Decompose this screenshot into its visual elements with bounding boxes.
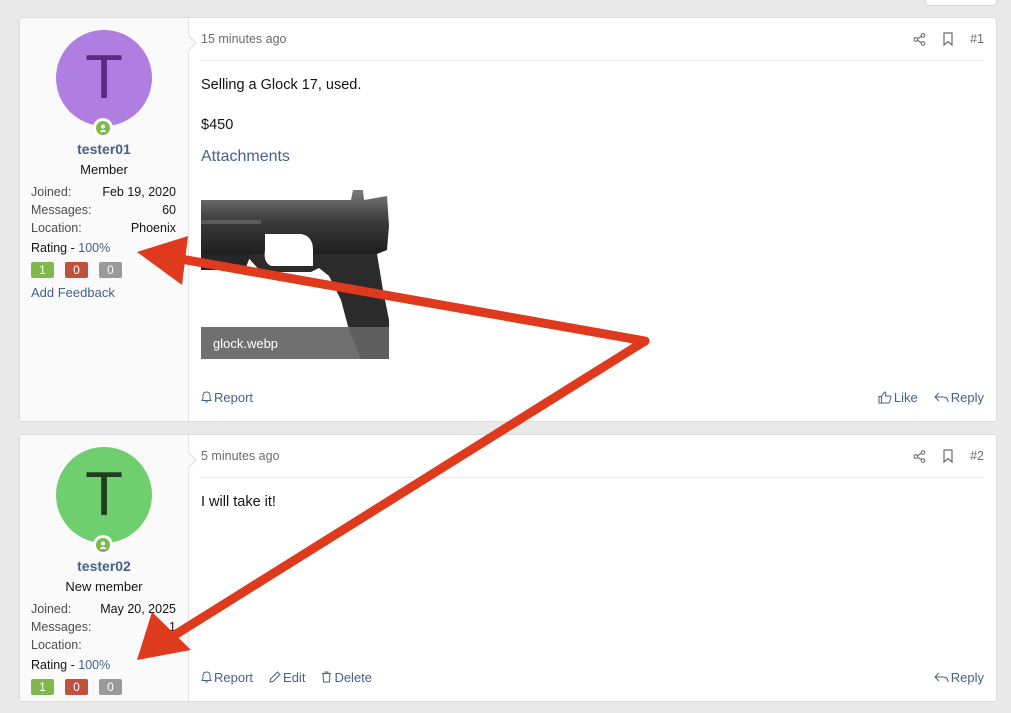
negative-feedback-badge[interactable]: 0 [65,679,88,695]
user-info-panel: T tester02 New member Joined: May 20, 20… [20,435,197,701]
message-body: Selling a Glock 17, used. $450 [201,75,984,136]
edit-label: Edit [283,669,306,685]
user-stats: Joined: May 20, 2025 Messages: 1 Locatio… [20,600,188,654]
user-info-panel: T tester01 Member Joined: Feb 19, 2020 M… [20,18,197,421]
rating: Rating - 100% [20,658,188,672]
rating-value[interactable]: 100% [78,658,110,672]
post-content: 15 minutes ago #1 Selling a Glock 17, us… [189,18,996,421]
message-line: Selling a Glock 17, used. [201,77,362,93]
stat-joined: Joined: Feb 19, 2020 [31,183,176,201]
stat-value: May 20, 2025 [100,602,176,616]
feedback-badges: 1 0 0 [20,262,188,278]
like-button[interactable]: Like [878,390,918,405]
post-2: T tester02 New member Joined: May 20, 20… [19,434,997,702]
avatar-letter: T [85,460,123,529]
stat-messages: Messages: 1 [31,618,176,636]
share-icon[interactable] [913,449,926,463]
positive-feedback-badge[interactable]: 1 [31,679,54,695]
user-title: Member [80,162,128,177]
stat-value: Mesa [145,638,176,652]
top-button-stub[interactable] [925,0,997,6]
attachments-heading: Attachments [201,148,290,166]
post-time[interactable]: 15 minutes ago [201,32,286,46]
stat-value: Phoenix [130,221,176,235]
stat-label: Messages: [31,620,92,634]
user-title: New member [65,579,143,594]
stat-location: Location: Phoenix [31,219,176,237]
stat-label: Joined: [31,185,72,199]
user-stats: Joined: Feb 19, 2020 Messages: 60 Locati… [20,183,188,237]
username[interactable]: tester01 [20,141,188,157]
bookmark-icon[interactable] [942,32,954,46]
rating-label: Rating - [31,241,79,255]
message-body: I will take it! [201,492,984,513]
stat-joined: Joined: May 20, 2025 [31,600,176,618]
online-status-icon [93,535,113,555]
post-meta: 5 minutes ago #2 [201,435,984,478]
delete-button[interactable]: Delete [321,670,372,685]
stat-value: 60 [162,203,176,217]
message-line: $450 [201,117,234,134]
stat-label: Location: [31,221,82,235]
rating: Rating - 100% [20,241,188,255]
message-line: I will take it! [201,494,276,510]
share-icon[interactable] [913,32,926,46]
stat-value: 1 [169,620,176,634]
attachment-filename[interactable]: glock.webp [201,327,389,360]
post-number[interactable]: #1 [970,32,984,46]
reply-button[interactable]: Reply [934,670,984,685]
attachment-thumbnail[interactable]: glock.webp [201,190,389,360]
rating-value[interactable]: 100% [78,241,110,255]
rating-label: Rating - [31,658,79,672]
report-button[interactable]: Report [201,390,253,405]
neutral-feedback-badge[interactable]: 0 [99,679,122,695]
stat-messages: Messages: 60 [31,201,176,219]
add-feedback-link[interactable]: Add Feedback [20,285,188,300]
stat-label: Messages: [31,203,92,217]
edit-button[interactable]: Edit [269,670,305,685]
post-content: 5 minutes ago #2 I will take it! Report [189,435,996,701]
stat-value: Feb 19, 2020 [102,185,176,199]
positive-feedback-badge[interactable]: 1 [31,262,54,278]
report-label: Report [214,389,254,405]
avatar-letter: T [85,43,123,112]
post-time[interactable]: 5 minutes ago [201,449,280,463]
post-number[interactable]: #2 [970,449,984,463]
stat-label: Joined: [31,602,72,616]
stat-label: Location: [31,638,82,652]
username[interactable]: tester02 [20,558,188,574]
negative-feedback-badge[interactable]: 0 [65,262,88,278]
stat-location: Location: Mesa [31,636,176,654]
post-footer: Report Edit Delete Reply [201,669,984,685]
reply-button[interactable]: Reply [934,390,984,405]
avatar[interactable]: T [56,447,152,555]
feedback-badges: 1 0 0 [20,679,188,695]
online-status-icon [93,118,113,138]
avatar[interactable]: T [56,30,152,138]
bookmark-icon[interactable] [942,449,954,463]
neutral-feedback-badge[interactable]: 0 [99,262,122,278]
like-label: Like [893,389,918,405]
post-1: T tester01 Member Joined: Feb 19, 2020 M… [19,17,997,422]
reply-label: Reply [950,389,984,405]
reply-label: Reply [950,669,984,685]
post-footer: Report Like Reply [201,389,984,405]
post-meta: 15 minutes ago #1 [201,18,984,61]
report-label: Report [214,669,254,685]
report-button[interactable]: Report [201,670,253,685]
delete-label: Delete [334,669,373,685]
